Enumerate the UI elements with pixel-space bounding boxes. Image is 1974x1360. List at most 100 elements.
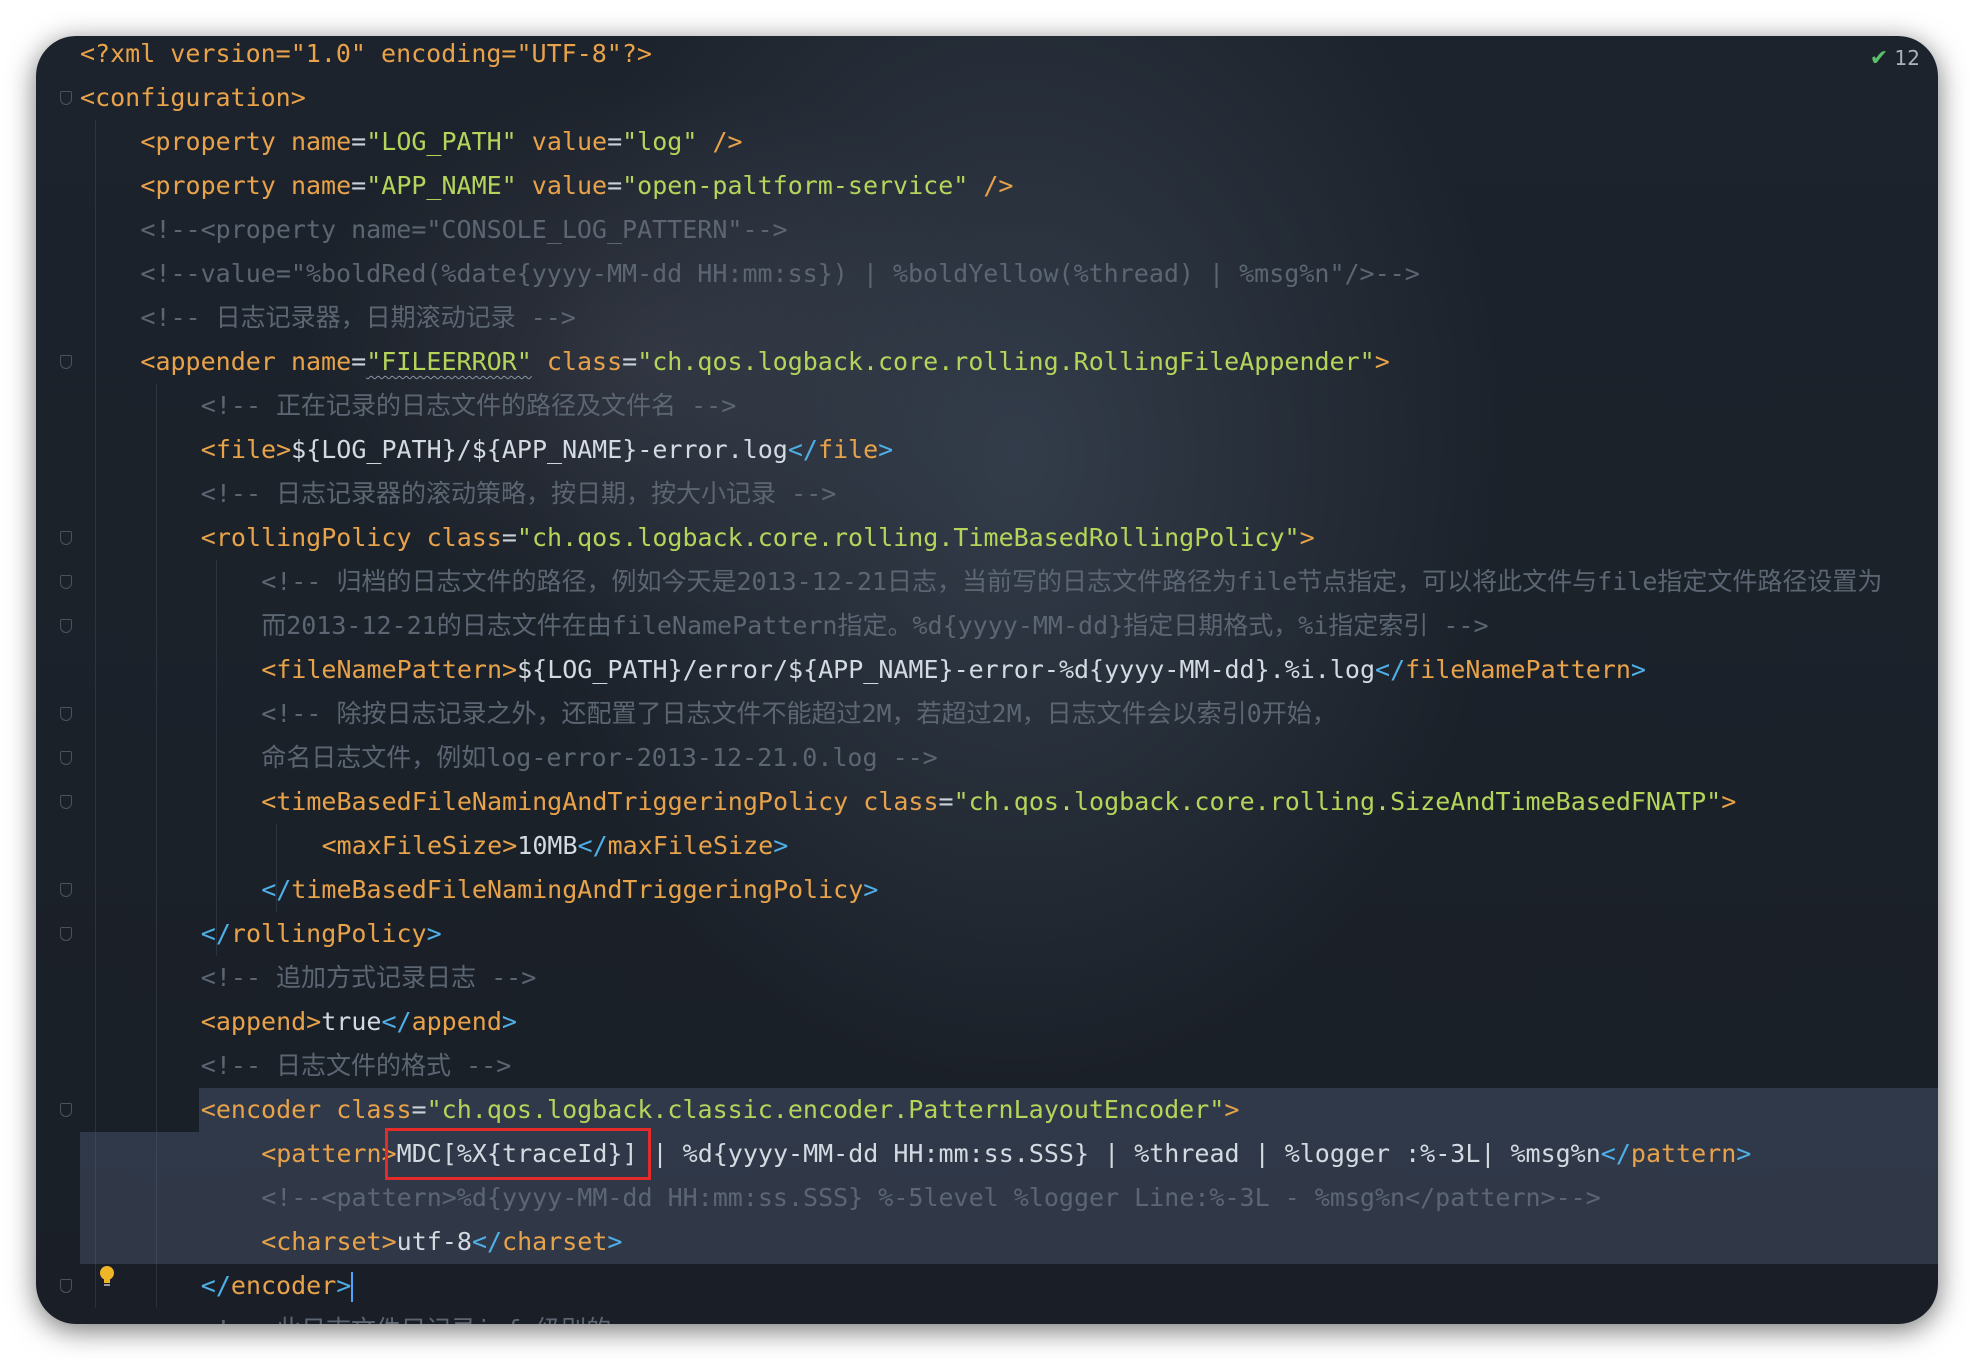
attribute-value: "LOG_PATH"	[366, 127, 517, 156]
tag-name: append	[411, 1007, 502, 1036]
code-line[interactable]: <!--<pattern>%d{yyyy-MM-dd HH:mm:ss.SSS}…	[80, 1176, 1938, 1220]
tag-text: ${LOG_PATH}/${APP_NAME}-error.log	[291, 435, 788, 464]
code-line[interactable]: <!--value="%boldRed(%date{yyyy-MM-dd HH:…	[80, 252, 1938, 296]
attribute-value: "ch.qos.logback.core.rolling.RollingFile…	[637, 347, 1375, 376]
code-line[interactable]: <!-- 日志记录器的滚动策略，按日期，按大小记录 -->	[80, 472, 1938, 516]
fold-marker-icon[interactable]	[60, 1103, 72, 1117]
tag-bracket: </	[1600, 1139, 1631, 1168]
code-line[interactable]: <charset>utf-8</charset>	[80, 1220, 1938, 1264]
code-comment: 命名日志文件，例如log-error-2013-12-21.0.log -->	[261, 743, 938, 772]
tag-bracket: >	[501, 1007, 517, 1036]
fold-marker-icon[interactable]	[60, 1279, 72, 1293]
tag-bracket: <	[140, 347, 156, 376]
tag-bracket: >	[426, 919, 442, 948]
tag-text: utf-8	[396, 1227, 472, 1256]
attribute-name: class	[336, 1095, 412, 1124]
code-line[interactable]: <!-- 正在记录的日志文件的路径及文件名 -->	[80, 384, 1938, 428]
code-line[interactable]: </rollingPolicy>	[80, 912, 1938, 956]
tag-bracket: >	[1299, 523, 1315, 552]
code-line[interactable]: 命名日志文件，例如log-error-2013-12-21.0.log -->	[80, 736, 1938, 780]
inspection-status[interactable]: ✔ 12	[1870, 46, 1920, 71]
fold-marker-icon[interactable]	[60, 707, 72, 721]
equals: =	[607, 127, 623, 156]
code-comment: <!--value="%boldRed(%date{yyyy-MM-dd HH:…	[140, 259, 1420, 288]
code-comment: 而2013-12-21的日志文件在由fileNamePattern指定。%d{y…	[261, 611, 1489, 640]
code-line[interactable]: <appender name="FILEERROR" class="ch.qos…	[80, 340, 1938, 384]
code-line[interactable]: <!-- 此日志文件只记录info级别的 -->	[80, 1308, 1938, 1324]
code-line[interactable]: <append>true</append>	[80, 1000, 1938, 1044]
tag-name: pattern	[276, 1139, 382, 1168]
code-line[interactable]: 而2013-12-21的日志文件在由fileNamePattern指定。%d{y…	[80, 604, 1938, 648]
code-line[interactable]: <property name="APP_NAME" value="open-pa…	[80, 164, 1938, 208]
fold-marker-icon[interactable]	[60, 619, 72, 633]
equals: =	[622, 347, 638, 376]
tag-name: maxFileSize	[336, 831, 503, 860]
code-line[interactable]: <!--<property name="CONSOLE_LOG_PATTERN"…	[80, 208, 1938, 252]
tag-bracket: >	[1374, 347, 1390, 376]
attribute-value: "ch.qos.logback.core.rolling.SizeAndTime…	[953, 787, 1722, 816]
tag-bracket: </	[1375, 655, 1406, 684]
inspection-count: 12	[1894, 46, 1920, 70]
tag-name: pattern	[1630, 1139, 1737, 1168]
equals: =	[501, 523, 517, 552]
tag-bracket: >	[773, 831, 789, 860]
fold-marker-icon[interactable]	[60, 91, 72, 105]
tag-text: | %d{yyyy-MM-dd HH:mm:ss.SSS} | %thread …	[637, 1139, 1601, 1168]
fold-marker-icon[interactable]	[60, 355, 72, 369]
code-line[interactable]: <!-- 除按日志记录之外，还配置了日志文件不能超过2M，若超过2M，日志文件会…	[80, 692, 1938, 736]
code-line[interactable]: <maxFileSize>10MB</maxFileSize>	[80, 824, 1938, 868]
attribute-name: class	[426, 523, 502, 552]
code-line[interactable]: <encoder class="ch.qos.logback.classic.e…	[80, 1088, 1938, 1132]
tag-bracket: >	[1630, 655, 1646, 684]
tag-bracket: <	[261, 787, 277, 816]
code-comment: <!-- 归档的日志文件的路径，例如今天是2013-12-21日志，当前写的日志…	[261, 567, 1883, 596]
tag-name: fileNamePattern	[276, 655, 503, 684]
tag-bracket: </	[471, 1227, 503, 1256]
code-line[interactable]: <!-- 归档的日志文件的路径，例如今天是2013-12-21日志，当前写的日志…	[80, 560, 1938, 604]
lightbulb-icon[interactable]	[98, 1265, 116, 1287]
tag-name: append	[215, 1007, 307, 1036]
tag-bracket: <	[200, 1007, 216, 1036]
tag-name: fileNamePattern	[1405, 655, 1631, 684]
code-line[interactable]: <configuration>	[80, 76, 1938, 120]
fold-marker-icon[interactable]	[60, 883, 72, 897]
fold-marker-icon[interactable]	[60, 751, 72, 765]
tag-name: encoder	[230, 1271, 337, 1300]
code-line[interactable]: <pattern>MDC[%X{traceId}] | %d{yyyy-MM-d…	[80, 1132, 1938, 1176]
code-line[interactable]: </timeBasedFileNamingAndTriggeringPolicy…	[80, 868, 1938, 912]
equals: =	[351, 127, 367, 156]
attribute-value: "APP_NAME"	[366, 171, 517, 200]
code-comment: <!-- 追加方式记录日志 -->	[200, 963, 537, 992]
code-line[interactable]: <?xml version="1.0" encoding="UTF-8"?>	[80, 36, 1938, 76]
tag-bracket: >	[863, 875, 879, 904]
code-line[interactable]: <!-- 追加方式记录日志 -->	[80, 956, 1938, 1000]
code-line[interactable]: <file>${LOG_PATH}/${APP_NAME}-error.log<…	[80, 428, 1938, 472]
tag-name: encoder	[215, 1095, 322, 1124]
code-line[interactable]: <timeBasedFileNamingAndTriggeringPolicy …	[80, 780, 1938, 824]
code-line[interactable]: <!-- 日志记录器，日期滚动记录 -->	[80, 296, 1938, 340]
tag-bracket: <	[261, 1227, 277, 1256]
xml-declaration: <?xml version="1.0" encoding="UTF-8"?>	[80, 39, 652, 68]
tag-text: true	[321, 1007, 382, 1036]
tag-bracket: >	[502, 831, 518, 860]
fold-marker-icon[interactable]	[60, 927, 72, 941]
text-caret	[351, 1272, 354, 1302]
code-line[interactable]: <fileNamePattern>${LOG_PATH}/error/${APP…	[80, 648, 1938, 692]
attribute-value: "FILEERROR"	[366, 347, 532, 376]
code-line[interactable]: <property name="LOG_PATH" value="log" />	[80, 120, 1938, 164]
tag-bracket: />	[968, 171, 1014, 200]
code-line[interactable]: </encoder>	[80, 1264, 1938, 1308]
attribute-name: name	[290, 347, 352, 376]
annotation-red-box	[385, 1128, 651, 1180]
tag-text: 10MB	[517, 831, 578, 860]
fold-marker-icon[interactable]	[60, 531, 72, 545]
fold-marker-icon[interactable]	[60, 575, 72, 589]
fold-marker-icon[interactable]	[60, 795, 72, 809]
code-line[interactable]: <!-- 日志文件的格式 -->	[80, 1044, 1938, 1088]
attribute-name: class	[546, 347, 623, 376]
tag-name: appender	[155, 347, 276, 376]
code-line[interactable]: <rollingPolicy class="ch.qos.logback.cor…	[80, 516, 1938, 560]
